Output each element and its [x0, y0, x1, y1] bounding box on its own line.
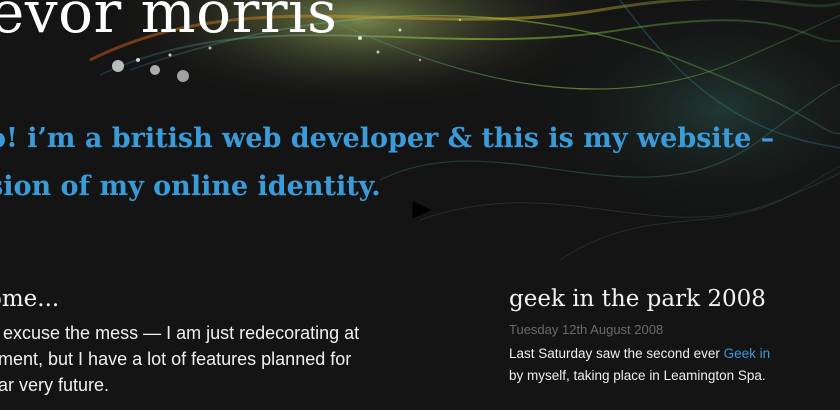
welcome-heading: ome...: [0, 286, 60, 312]
post-excerpt-line-2: by myself, taking place in Leamington Sp…: [509, 368, 766, 383]
post-title[interactable]: geek in the park 2008: [509, 286, 840, 312]
welcome-body-line-2: oment, but I have a lot of features plan…: [0, 349, 352, 369]
post-excerpt: Last Saturday saw the second ever Geek i…: [509, 343, 840, 387]
post-date: Tuesday 12th August 2008: [509, 322, 664, 337]
intro-line-1: o! i’m a british web developer & this is…: [0, 123, 775, 154]
welcome-body: e excuse the mess — I am just redecorati…: [0, 320, 488, 398]
post-excerpt-line-1: Last Saturday saw the second ever: [509, 346, 724, 361]
site-title[interactable]: evor morris: [0, 0, 337, 46]
welcome-body-line-3: ear very future.: [0, 375, 110, 395]
latest-blog-post: geek in the park 2008 Tuesday 12th Augus…: [509, 286, 840, 387]
welcome-section: ome... e excuse the mess — I am just red…: [0, 286, 488, 398]
geek-in-the-park-link[interactable]: Geek in: [724, 346, 771, 361]
intro-line-2: sion of my online identity.: [0, 171, 381, 202]
intro-tagline: o! i’m a british web developer & this is…: [0, 115, 818, 211]
welcome-body-line-1: e excuse the mess — I am just redecorati…: [0, 323, 360, 343]
mouse-pointer-icon: [412, 201, 432, 219]
